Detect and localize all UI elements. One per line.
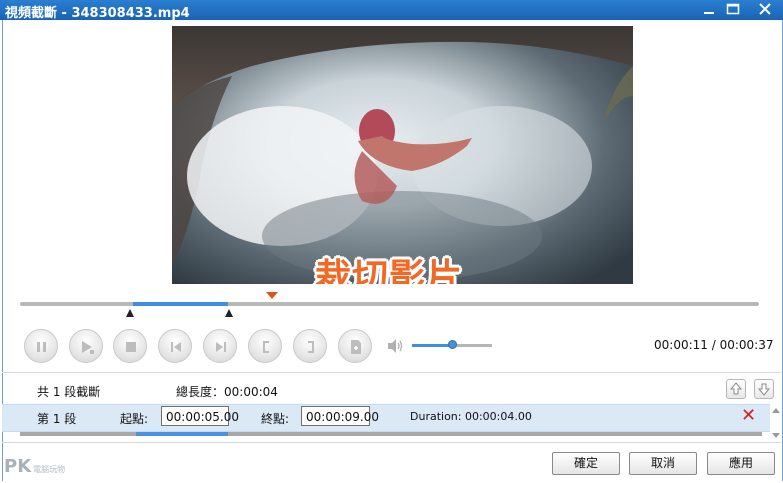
move-up-icon [729, 382, 743, 395]
pause-icon [37, 342, 46, 352]
delete-icon[interactable]: ✕ [741, 406, 756, 426]
next-button[interactable] [203, 329, 237, 363]
total-length-label: 總長度：00:00:04 [176, 385, 278, 399]
window-title: 視頻截斷 - 348308433.mp4 [5, 6, 190, 21]
maximize-icon[interactable] [724, 1, 742, 18]
mark-start-icon [263, 341, 269, 353]
divider [2, 372, 781, 373]
segment-list-scrollbar[interactable] [771, 404, 781, 442]
video-overlay-caption: 裁切影片 [315, 257, 464, 284]
volume-icon[interactable] [386, 338, 404, 354]
cancel-button[interactable]: 取消 [629, 452, 697, 475]
add-segment-icon [351, 340, 361, 354]
set-end-button[interactable] [293, 329, 327, 363]
play-frame-button[interactable] [69, 329, 103, 363]
ok-button[interactable]: 確定 [552, 452, 620, 475]
mark-end-icon [308, 341, 314, 353]
volume-knob[interactable] [448, 340, 457, 349]
move-down-button[interactable] [754, 379, 774, 399]
stop-button[interactable] [113, 329, 147, 363]
stop-icon [126, 342, 136, 352]
start-label: 起點: [120, 412, 149, 426]
watermark-small-text: 電腦玩物 [33, 465, 66, 474]
playhead-marker[interactable] [266, 292, 278, 299]
add-segment-button[interactable] [338, 329, 372, 363]
video-frame-image [172, 26, 633, 284]
end-time-field[interactable]: 00:00:09.00 [301, 406, 379, 426]
apply-button[interactable]: 應用 [707, 452, 775, 475]
divider [2, 442, 781, 443]
segment-duration: Duration: 00:00:04.00 [410, 410, 532, 423]
prev-icon [171, 342, 181, 352]
previous-button[interactable] [158, 329, 192, 363]
watermark-logo: PK 電腦玩物 [4, 456, 65, 477]
end-marker-handle[interactable] [225, 309, 233, 317]
volume-slider[interactable] [412, 340, 492, 349]
watermark-logo-text: PK [4, 456, 32, 477]
time-readout: 00:00:11 / 00:00:37 [654, 338, 773, 352]
segment-range-bar [20, 432, 762, 436]
end-label: 終點: [261, 412, 290, 426]
timeline-slider[interactable] [20, 302, 759, 306]
play-frame-icon [82, 341, 94, 354]
pause-button[interactable] [24, 329, 58, 363]
start-time-field[interactable]: 00:00:05.00 [161, 406, 239, 426]
segment-range-selection [136, 432, 228, 436]
time-separator: / [707, 338, 720, 352]
video-preview: 裁切影片 [172, 26, 633, 284]
next-icon [216, 342, 226, 352]
close-icon[interactable] [756, 1, 774, 18]
segment-row[interactable] [2, 404, 770, 432]
move-down-icon [757, 383, 771, 396]
minimize-icon[interactable] [700, 1, 718, 18]
segment-count-label: 共 1 段截斷 [37, 385, 101, 399]
timeline-selection [133, 302, 228, 306]
set-start-button[interactable] [248, 329, 282, 363]
move-up-button[interactable] [726, 379, 746, 399]
segment-name: 第 1 段 [37, 412, 77, 426]
total-time: 00:00:37 [719, 338, 774, 352]
start-marker-handle[interactable] [126, 309, 134, 317]
title-bar: 視頻截斷 - 348308433.mp4 [0, 0, 783, 21]
volume-level-fill [412, 344, 452, 347]
current-time: 00:00:11 [654, 338, 708, 352]
